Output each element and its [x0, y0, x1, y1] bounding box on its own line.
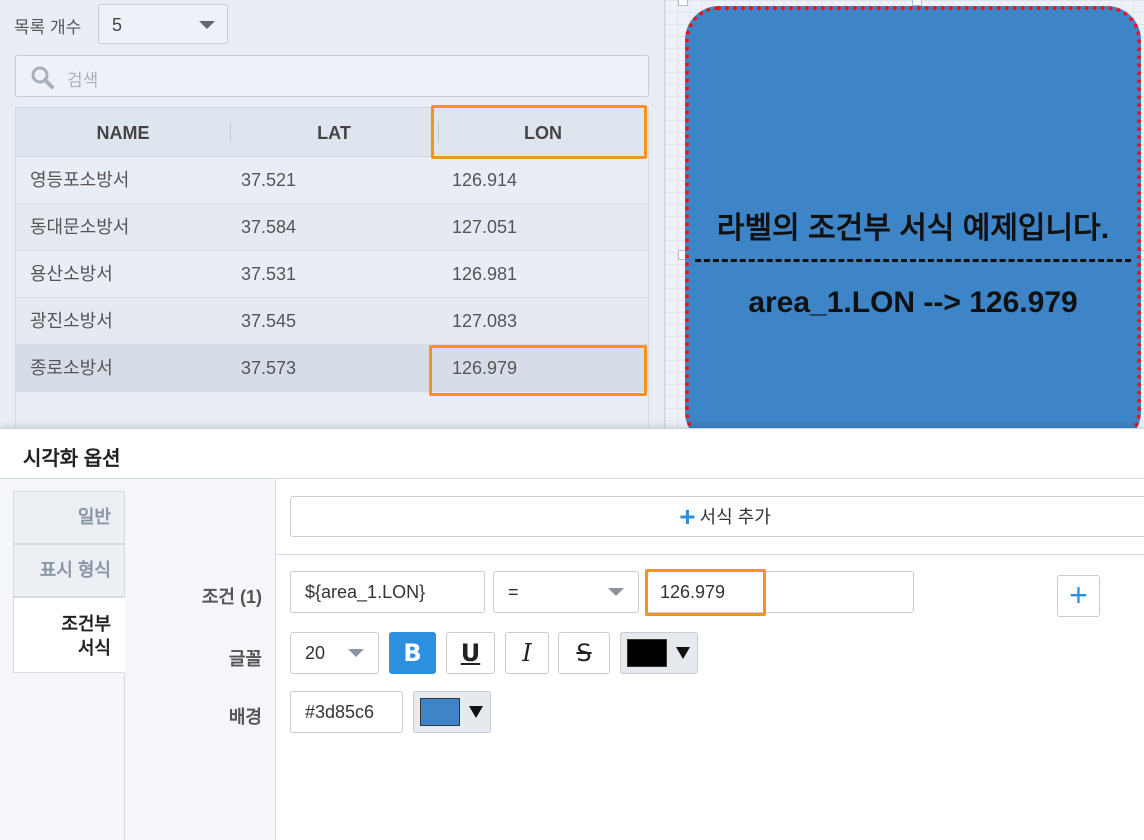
- conditional-format-content: + 서식 추가 ${area_1.LON} = 126.979 + 20 B U …: [275, 479, 1144, 840]
- bold-button[interactable]: B: [389, 632, 436, 674]
- search-icon: [31, 66, 54, 89]
- options-body: 일반 표시 형식 조건부 서식 조건 (1) 글꼴 배경 + 서식 추가 ${ar…: [0, 479, 1144, 840]
- table-row[interactable]: 광진소방서 37.545 127.083: [16, 298, 648, 345]
- count-select[interactable]: 5: [98, 4, 228, 44]
- table-row-selected[interactable]: 종로소방서 37.573 126.979: [16, 345, 648, 392]
- tab-conditional-format[interactable]: 조건부 서식: [13, 597, 125, 673]
- font-size-select[interactable]: 20: [290, 632, 379, 674]
- add-format-label: 서식 추가: [699, 507, 771, 527]
- count-value: 5: [112, 15, 123, 35]
- label-widget[interactable]: 라벨의 조건부 서식 예제입니다. area_1.LON --> 126.979: [685, 6, 1141, 446]
- cell-name: 종로소방서: [30, 358, 113, 378]
- content-divider: [276, 554, 1144, 555]
- search-placeholder: 검색: [67, 71, 99, 90]
- column-header-lat[interactable]: LAT: [230, 108, 438, 158]
- row-labels: 조건 (1) 글꼴 배경: [126, 479, 274, 840]
- cell-lat: 37.545: [241, 311, 297, 331]
- chevron-down-icon: [608, 588, 624, 596]
- chevron-down-icon: [199, 21, 215, 29]
- label-text-line1: 라벨의 조건부 서식 예제입니다.: [716, 212, 1110, 245]
- font-size-value: 20: [305, 643, 326, 663]
- grid-header: NAME LAT LON: [16, 107, 648, 157]
- options-title: 시각화 옵션: [23, 448, 121, 470]
- plus-icon: +: [1069, 577, 1088, 613]
- column-header-name[interactable]: NAME: [16, 108, 230, 158]
- background-color-picker[interactable]: [413, 691, 491, 733]
- table-row[interactable]: 동대문소방서 37.584 127.051: [16, 204, 648, 251]
- underline-icon: U: [460, 639, 481, 667]
- tab-general[interactable]: 일반: [13, 491, 125, 544]
- font-color-picker[interactable]: [620, 632, 698, 674]
- add-condition-button[interactable]: +: [1057, 575, 1100, 617]
- strikethrough-icon: S: [576, 639, 592, 667]
- cell-name: 광진소방서: [30, 311, 113, 331]
- options-tabs: 일반 표시 형식 조건부 서식: [13, 491, 125, 840]
- data-grid: NAME LAT LON 영등포소방서 37.521 126.914 동대문소방…: [15, 107, 649, 428]
- cell-lon: 126.914: [452, 170, 518, 190]
- strikethrough-button[interactable]: S: [558, 632, 610, 674]
- cell-name: 영등포소방서: [30, 170, 130, 190]
- condition-label: 조건 (1): [201, 587, 262, 607]
- table-row[interactable]: 영등포소방서 37.521 126.914: [16, 157, 648, 204]
- cell-lat: 37.531: [241, 264, 297, 284]
- font-label: 글꼴: [228, 649, 262, 669]
- chevron-down-icon: [348, 649, 364, 657]
- plus-icon: +: [679, 501, 696, 532]
- resize-handle[interactable]: [678, 0, 688, 6]
- tab-display-format[interactable]: 표시 형식: [13, 544, 125, 597]
- table-row[interactable]: 용산소방서 37.531 126.981: [16, 251, 648, 298]
- condition-value-input[interactable]: 126.979: [645, 571, 914, 613]
- add-format-button[interactable]: + 서식 추가: [290, 496, 1144, 537]
- cell-lat: 37.573: [241, 358, 297, 378]
- caret-down-icon: [469, 706, 483, 718]
- list-panel: 목록 개수 5 검색 NAME LAT LON 영등포소방서 37.521 12…: [0, 0, 664, 428]
- cell-lon: 127.083: [452, 311, 518, 331]
- operator-value: =: [508, 582, 519, 602]
- operator-select[interactable]: =: [493, 571, 639, 613]
- count-label: 목록 개수: [14, 18, 82, 37]
- cell-lon: 126.981: [452, 264, 518, 284]
- design-canvas: 라벨의 조건부 서식 예제입니다. area_1.LON --> 126.979: [664, 0, 1144, 446]
- font-color-swatch: [627, 639, 667, 667]
- visualization-options-panel: 시각화 옵션 일반 표시 형식 조건부 서식 조건 (1) 글꼴 배경 + 서식 …: [0, 428, 1144, 840]
- background-label: 배경: [228, 707, 262, 727]
- label-text-line2: area_1.LON --> 126.979: [748, 286, 1078, 319]
- italic-icon: I: [522, 639, 532, 667]
- cell-lat: 37.584: [241, 217, 297, 237]
- search-input[interactable]: 검색: [15, 55, 649, 97]
- cell-lon: 127.051: [452, 217, 518, 237]
- bold-icon: B: [403, 639, 422, 667]
- condition-field-input[interactable]: ${area_1.LON}: [290, 571, 485, 613]
- column-header-lon[interactable]: LON: [438, 108, 648, 158]
- cell-name: 동대문소방서: [30, 217, 130, 237]
- background-hex-input[interactable]: #3d85c6: [290, 691, 403, 733]
- underline-button[interactable]: U: [446, 632, 495, 674]
- cell-lon: 126.979: [452, 358, 518, 378]
- caret-down-icon: [676, 647, 690, 659]
- label-dash-divider: [695, 259, 1131, 262]
- cell-lat: 37.521: [241, 170, 297, 190]
- italic-button[interactable]: I: [505, 632, 549, 674]
- cell-name: 용산소방서: [30, 264, 113, 284]
- background-color-swatch: [420, 698, 460, 726]
